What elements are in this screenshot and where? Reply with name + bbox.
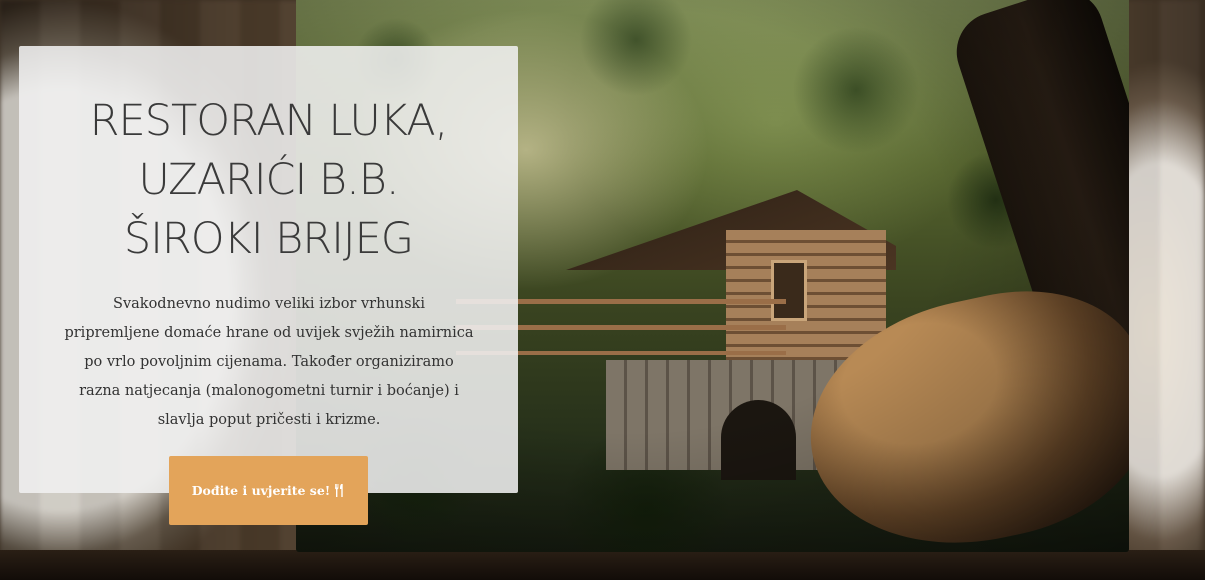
background-bottom-strip	[0, 550, 1205, 580]
hero-section: RESTORAN LUKA, UZARIĆI B.B. ŠIROKI BRIJE…	[0, 0, 1205, 580]
description-text: Svakodnevno nudimo veliki izbor vrhunski…	[64, 296, 474, 428]
title-line-1: RESTORAN LUKA,	[89, 96, 449, 146]
utensils-icon	[334, 484, 345, 497]
title-line-3: ŠIROKI BRIJEG	[123, 214, 414, 264]
title-line-2: UZARIĆI B.B.	[138, 155, 399, 205]
cta-button[interactable]: Dođite i uvjerite se!	[169, 456, 368, 525]
page-title: RESTORAN LUKA, UZARIĆI B.B. ŠIROKI BRIJE…	[0, 92, 537, 269]
cta-label: Dođite i uvjerite se!	[191, 483, 331, 498]
